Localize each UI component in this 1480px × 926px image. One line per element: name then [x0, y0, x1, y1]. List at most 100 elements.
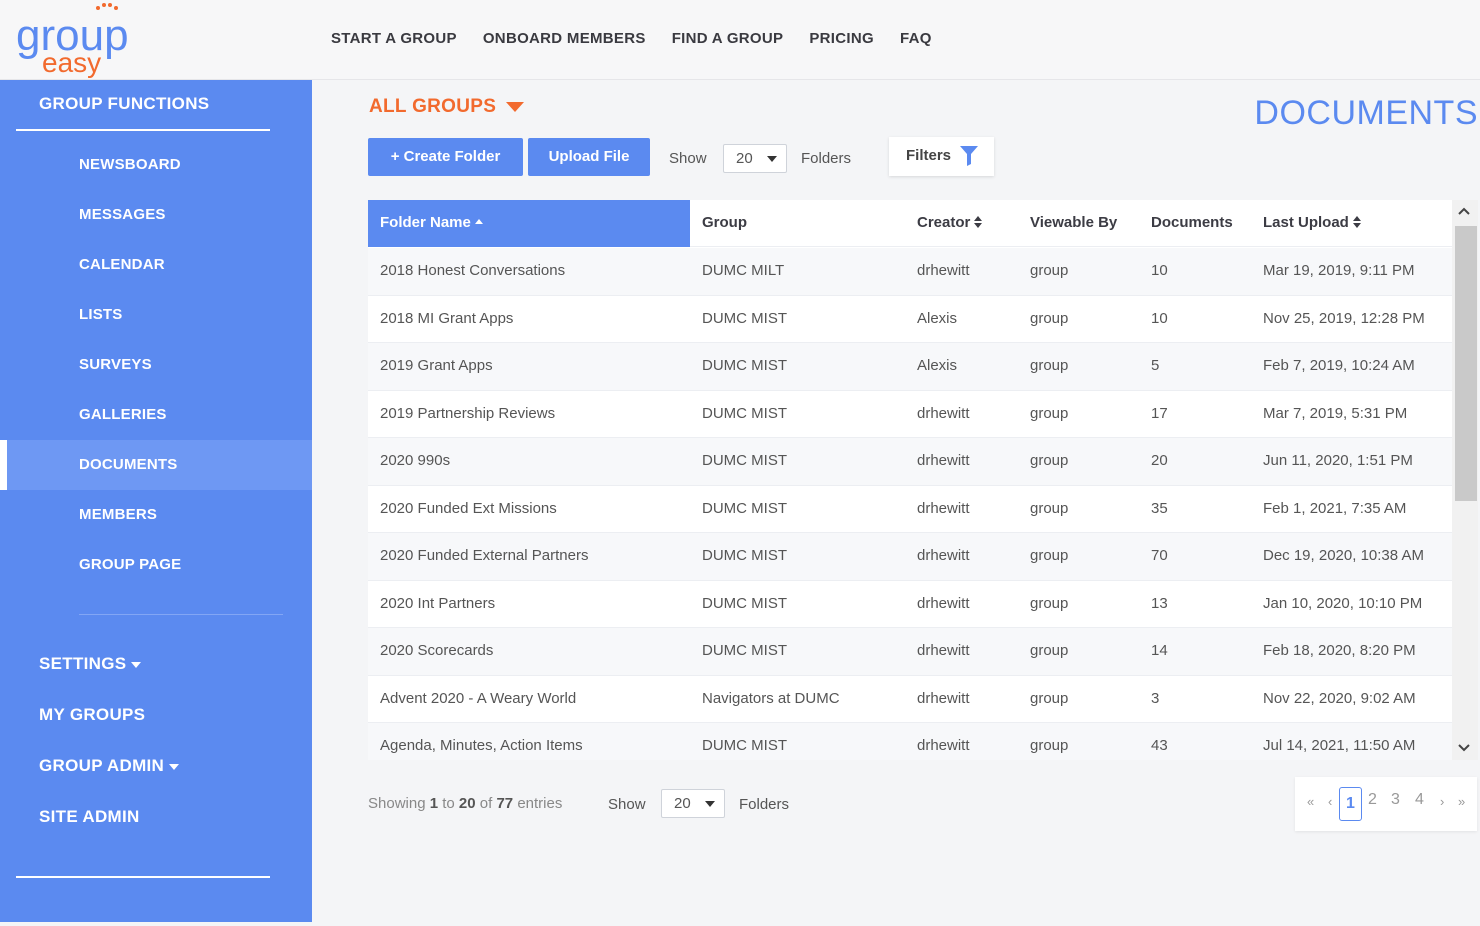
cell-folder-name[interactable]: Agenda, Minutes, Action Items	[380, 723, 583, 760]
table-row[interactable]: 2019 Partnership Reviews DUMC MIST drhewit…	[368, 390, 1452, 438]
filters-button[interactable]: Filters	[889, 137, 994, 176]
page-button-3[interactable]: 3	[1391, 791, 1400, 809]
column-creator-label: Creator	[917, 214, 971, 231]
last-page-button[interactable]: »	[1458, 794, 1465, 809]
page-button-2[interactable]: 2	[1368, 791, 1377, 809]
groupeasy-logo[interactable]: group easy	[14, 2, 154, 78]
upload-file-button[interactable]: Upload File	[528, 138, 650, 176]
cell-group: DUMC MIST	[702, 452, 787, 469]
cell-group: DUMC MIST	[702, 594, 787, 612]
prev-page-button[interactable]: ‹	[1328, 794, 1332, 809]
cell-creator: drhewitt	[917, 689, 970, 707]
sidebar-thin-divider	[79, 614, 283, 615]
cell-group: DUMC MIST	[702, 404, 787, 422]
sort-icon	[974, 216, 983, 228]
first-page-button[interactable]: «	[1307, 794, 1314, 809]
cell-last-upload: Dec 19, 2020, 10:38 AM	[1263, 547, 1424, 564]
sidebar-settings[interactable]: SETTINGS	[39, 654, 142, 674]
cell-folder-name[interactable]: 2018 MI Grant Apps	[380, 296, 513, 342]
sidebar-item-messages[interactable]: MESSAGES	[0, 190, 312, 240]
info-total: 77	[496, 795, 514, 812]
sidebar-my-groups[interactable]: MY GROUPS	[39, 705, 145, 725]
sidebar-item-galleries[interactable]: GALLERIES	[0, 390, 312, 440]
scrollbar-thumb[interactable]	[1455, 226, 1477, 501]
cell-folder-name[interactable]: 2020 990s	[380, 438, 450, 484]
logo-text-bottom: easy	[42, 47, 101, 78]
chevron-down-icon	[131, 661, 142, 668]
sidebar-site-admin[interactable]: SITE ADMIN	[39, 807, 140, 827]
table-row[interactable]: Advent 2020 - A Weary World Navigators at…	[368, 675, 1452, 723]
sidebar-item-lists[interactable]: LISTS	[0, 290, 312, 340]
nav-start-a-group[interactable]: START A GROUP	[331, 30, 457, 47]
info-showing: Showing	[368, 795, 426, 812]
sidebar-item-group-page[interactable]: GROUP PAGE	[0, 540, 312, 590]
cell-documents: 14	[1151, 642, 1168, 659]
sidebar-item-newsboard[interactable]: NEWSBOARD	[0, 140, 312, 190]
table-row[interactable]: 2020 Scorecards DUMC MIST drhewitt group 14 F…	[368, 628, 1452, 676]
filter-icon	[960, 146, 978, 166]
table-row[interactable]: 2019 Grant Apps DUMC MIST Alexis group 5 Feb …	[368, 343, 1452, 391]
main-content: ALL GROUPS DOCUMENTS + Create Folder Upl…	[330, 80, 1480, 916]
column-documents[interactable]: Documents	[1151, 200, 1233, 247]
group-selector[interactable]: ALL GROUPS	[369, 96, 525, 118]
create-folder-button[interactable]: + Create Folder	[368, 138, 523, 176]
cell-creator: drhewitt	[917, 452, 970, 469]
cell-creator: drhewitt	[917, 499, 970, 517]
table-scrollbar[interactable]	[1452, 200, 1478, 760]
cell-last-upload: Jul 14, 2021, 11:50 AM	[1263, 737, 1416, 754]
table-row[interactable]: 2020 990s DUMC MIST drhewitt group 20 Jun 11,…	[368, 438, 1452, 486]
sidebar-divider	[16, 129, 270, 131]
page-size-select[interactable]: 20	[723, 144, 787, 173]
sidebar-group-admin[interactable]: GROUP ADMIN	[39, 756, 180, 776]
cell-creator: drhewitt	[917, 404, 970, 422]
cell-last-upload: Jan 10, 2020, 10:10 PM	[1263, 594, 1423, 612]
cell-group: DUMC MIST	[702, 737, 787, 754]
cell-creator: drhewitt	[917, 594, 970, 612]
info-entries: entries	[517, 795, 563, 812]
dropdown-arrow-icon	[705, 801, 715, 807]
cell-folder-name[interactable]: 2020 Funded Ext Missions	[380, 486, 557, 532]
footer-page-size-select[interactable]: 20	[661, 789, 725, 818]
nav-onboard-members[interactable]: ONBOARD MEMBERS	[483, 30, 646, 47]
cell-group: DUMC MIST	[702, 357, 787, 374]
table-row[interactable]: 2018 Honest Conversations DUMC MILT drhewi…	[368, 248, 1452, 296]
sidebar-item-members[interactable]: MEMBERS	[0, 490, 312, 540]
table-row[interactable]: 2020 Funded External Partners DUMC MIST dr…	[368, 533, 1452, 581]
cell-folder-name[interactable]: Advent 2020 - A Weary World	[380, 676, 576, 722]
cell-folder-name[interactable]: 2020 Funded External Partners	[380, 533, 588, 579]
column-group[interactable]: Group	[702, 200, 747, 247]
group-selector-label: ALL GROUPS	[369, 96, 497, 117]
scroll-up-icon[interactable]	[1458, 206, 1470, 218]
table-row[interactable]: 2020 Int Partners DUMC MIST drhewitt group 1…	[368, 580, 1452, 628]
page-button-4[interactable]: 4	[1415, 791, 1424, 809]
column-last-upload[interactable]: Last Upload	[1263, 200, 1361, 247]
table-row[interactable]: 2018 MI Grant Apps DUMC MIST Alexis group 10…	[368, 295, 1452, 343]
cell-folder-name[interactable]: 2019 Partnership Reviews	[380, 391, 555, 437]
nav-pricing[interactable]: PRICING	[809, 30, 874, 47]
cell-documents: 17	[1151, 404, 1168, 422]
page-button-1[interactable]: 1	[1339, 787, 1362, 821]
column-creator[interactable]: Creator	[917, 200, 983, 247]
cell-folder-name[interactable]: 2020 Scorecards	[380, 628, 493, 674]
cell-folder-name[interactable]: 2018 Honest Conversations	[380, 248, 565, 294]
sidebar-item-documents[interactable]: DOCUMENTS	[0, 440, 312, 490]
column-folder-name[interactable]: Folder Name	[368, 200, 690, 247]
table-row[interactable]: Agenda, Minutes, Action Items DUMC MIST dr…	[368, 723, 1452, 760]
footer-page-size-value: 20	[674, 795, 691, 812]
cell-last-upload: Mar 19, 2019, 9:11 PM	[1263, 262, 1415, 279]
cell-documents: 20	[1151, 452, 1168, 469]
cell-folder-name[interactable]: 2019 Grant Apps	[380, 343, 493, 389]
nav-faq[interactable]: FAQ	[900, 30, 932, 47]
show-label: Show	[669, 150, 707, 167]
cell-viewable-by: group	[1030, 309, 1069, 327]
table-row[interactable]: 2020 Funded Ext Missions DUMC MIST drhewit…	[368, 485, 1452, 533]
nav-find-a-group[interactable]: FIND A GROUP	[672, 30, 784, 47]
next-page-button[interactable]: ›	[1440, 794, 1444, 809]
sidebar-settings-label: SETTINGS	[39, 654, 127, 673]
column-viewable-by[interactable]: Viewable By	[1030, 200, 1117, 247]
sidebar-item-calendar[interactable]: CALENDAR	[0, 240, 312, 290]
sidebar-item-surveys[interactable]: SURVEYS	[0, 340, 312, 390]
cell-viewable-by: group	[1030, 404, 1069, 422]
scroll-down-icon[interactable]	[1458, 741, 1470, 753]
cell-folder-name[interactable]: 2020 Int Partners	[380, 581, 495, 627]
